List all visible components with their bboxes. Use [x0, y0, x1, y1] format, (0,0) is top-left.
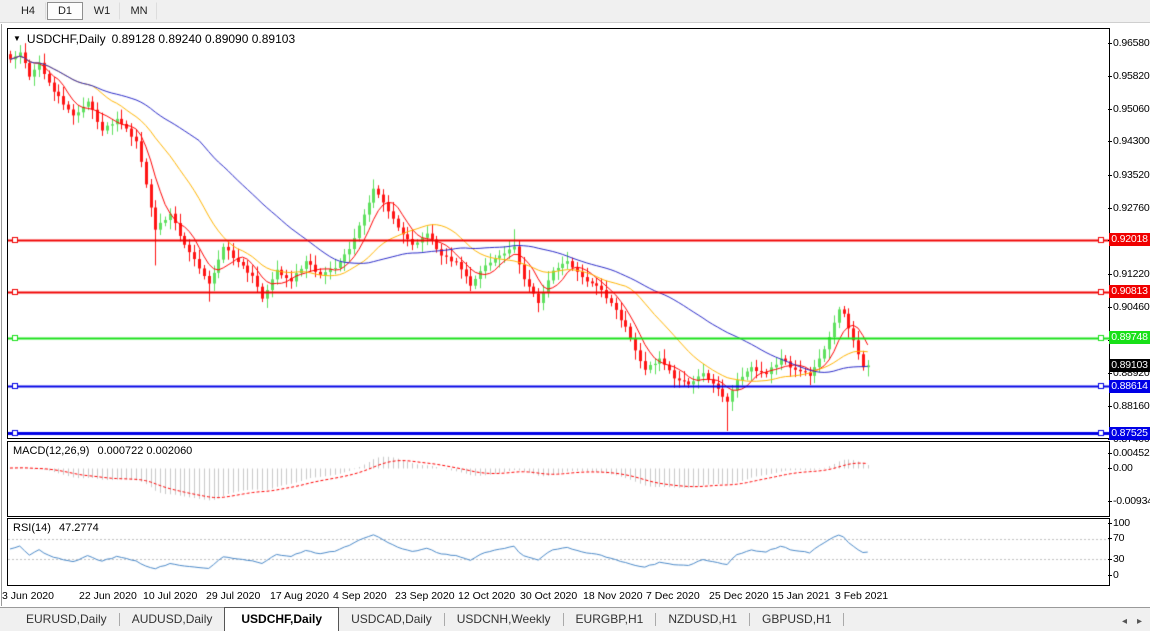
price-chart-canvas[interactable]	[8, 29, 1109, 438]
price-tick-label: 0.94300	[1113, 135, 1150, 147]
chart-symbol-label: USDCHF,Daily	[27, 32, 106, 46]
chart-tab-usdchf[interactable]: USDCHF,Daily	[224, 607, 339, 631]
hline-price-badge: 0.90813	[1109, 285, 1150, 298]
current-price-badge: 0.89103	[1109, 359, 1150, 372]
price-tick-label: 0.93520	[1113, 169, 1150, 181]
rsi-axis-label: 0	[1113, 569, 1119, 581]
price-tick-label: 0.92760	[1113, 202, 1150, 214]
date-tick-label: 3 Jun 2020	[2, 590, 54, 602]
hline-price-badge: 0.89748	[1109, 331, 1150, 344]
macd-indicator-values: 0.000722 0.002060	[97, 445, 192, 457]
timeframe-button-mn[interactable]: MN	[121, 2, 157, 20]
date-tick-label: 4 Sep 2020	[333, 590, 387, 602]
price-tick-label: 0.90460	[1113, 301, 1150, 313]
chart-tab-usdcad[interactable]: USDCAD,Daily	[339, 608, 444, 631]
chart-tab-gbpusd[interactable]: GBPUSD,H1	[750, 608, 843, 631]
rsi-axis-label: 100	[1113, 517, 1130, 529]
price-tick-label: 0.96580	[1113, 37, 1150, 49]
price-tick-label: 0.88160	[1113, 400, 1150, 412]
tab-scroll-left-icon[interactable]: ◂	[1122, 616, 1127, 627]
date-tick-label: 12 Oct 2020	[458, 590, 515, 602]
date-tick-label: 15 Jan 2021	[772, 590, 830, 602]
chart-tab-audusd[interactable]: AUDUSD,Daily	[120, 608, 225, 631]
date-tick-label: 18 Nov 2020	[583, 590, 643, 602]
price-tick-label: 0.95060	[1113, 103, 1150, 115]
date-tick-label: 22 Jun 2020	[79, 590, 137, 602]
date-tick-label: 29 Jul 2020	[206, 590, 260, 602]
rsi-indicator-name: RSI(14)	[13, 522, 51, 534]
symbol-dropdown-icon[interactable]: ▼	[13, 34, 21, 44]
macd-axis-label: 0.00	[1113, 462, 1133, 474]
timeframe-button-w1[interactable]: W1	[84, 2, 120, 20]
chart-tab-nzdusd[interactable]: NZDUSD,H1	[656, 608, 749, 631]
chart-tab-usdcnh[interactable]: USDCNH,Weekly	[445, 608, 563, 631]
rsi-axis-label: 30	[1113, 553, 1124, 565]
chart-tab-eurusd[interactable]: EURUSD,Daily	[14, 608, 119, 631]
date-tick-label: 30 Oct 2020	[520, 590, 577, 602]
hline-price-badge: 0.87525	[1109, 427, 1150, 440]
macd-axis-label: 0.004527	[1113, 447, 1150, 459]
date-tick-label: 7 Dec 2020	[646, 590, 700, 602]
price-tick-label: 0.91220	[1113, 268, 1150, 280]
rsi-canvas[interactable]	[8, 519, 1109, 585]
date-axis: 3 Jun 2020 22 Jun 2020 10 Jul 2020 29 Jul 2…	[0, 588, 1150, 605]
tab-scroll-right-icon[interactable]: ▸	[1137, 616, 1142, 627]
timeframe-button-d1[interactable]: D1	[47, 2, 83, 20]
rsi-axis-label: 70	[1113, 532, 1124, 544]
rsi-indicator-value: 47.2774	[59, 522, 99, 534]
price-tick-label: 0.95820	[1113, 70, 1150, 82]
date-tick-label: 23 Sep 2020	[395, 590, 455, 602]
timeframe-toolbar: H4D1W1MN	[0, 0, 1150, 23]
timeframe-button-h4[interactable]: H4	[10, 2, 46, 20]
date-tick-label: 17 Aug 2020	[270, 590, 329, 602]
hline-price-badge: 0.92018	[1109, 233, 1150, 246]
macd-axis-label: -0.009348	[1113, 495, 1150, 507]
date-tick-label: 10 Jul 2020	[143, 590, 197, 602]
chart-tab-eurgbp[interactable]: EURGBP,H1	[564, 608, 656, 631]
chart-title[interactable]: ▼ USDCHF,Daily 0.89128 0.89240 0.89090 0…	[13, 32, 295, 46]
macd-title: MACD(12,26,9) 0.000722 0.002060	[13, 445, 192, 457]
date-tick-label: 25 Dec 2020	[709, 590, 769, 602]
chart-tab-bar: EURUSD,DailyAUDUSD,DailyUSDCHF,DailyUSDC…	[0, 607, 1150, 631]
chart-ohlc-values: 0.89128 0.89240 0.89090 0.89103	[112, 32, 296, 46]
window-frame-left	[1, 24, 2, 606]
rsi-panel: RSI(14) 47.2774	[7, 518, 1110, 586]
macd-panel: MACD(12,26,9) 0.000722 0.002060	[7, 441, 1110, 517]
hline-price-badge: 0.88614	[1109, 380, 1150, 393]
rsi-title: RSI(14) 47.2774	[13, 522, 99, 534]
date-tick-label: 3 Feb 2021	[835, 590, 888, 602]
price-chart-panel: ▼ USDCHF,Daily 0.89128 0.89240 0.89090 0…	[7, 28, 1110, 439]
tab-separator	[843, 613, 844, 626]
macd-indicator-name: MACD(12,26,9)	[13, 445, 89, 457]
